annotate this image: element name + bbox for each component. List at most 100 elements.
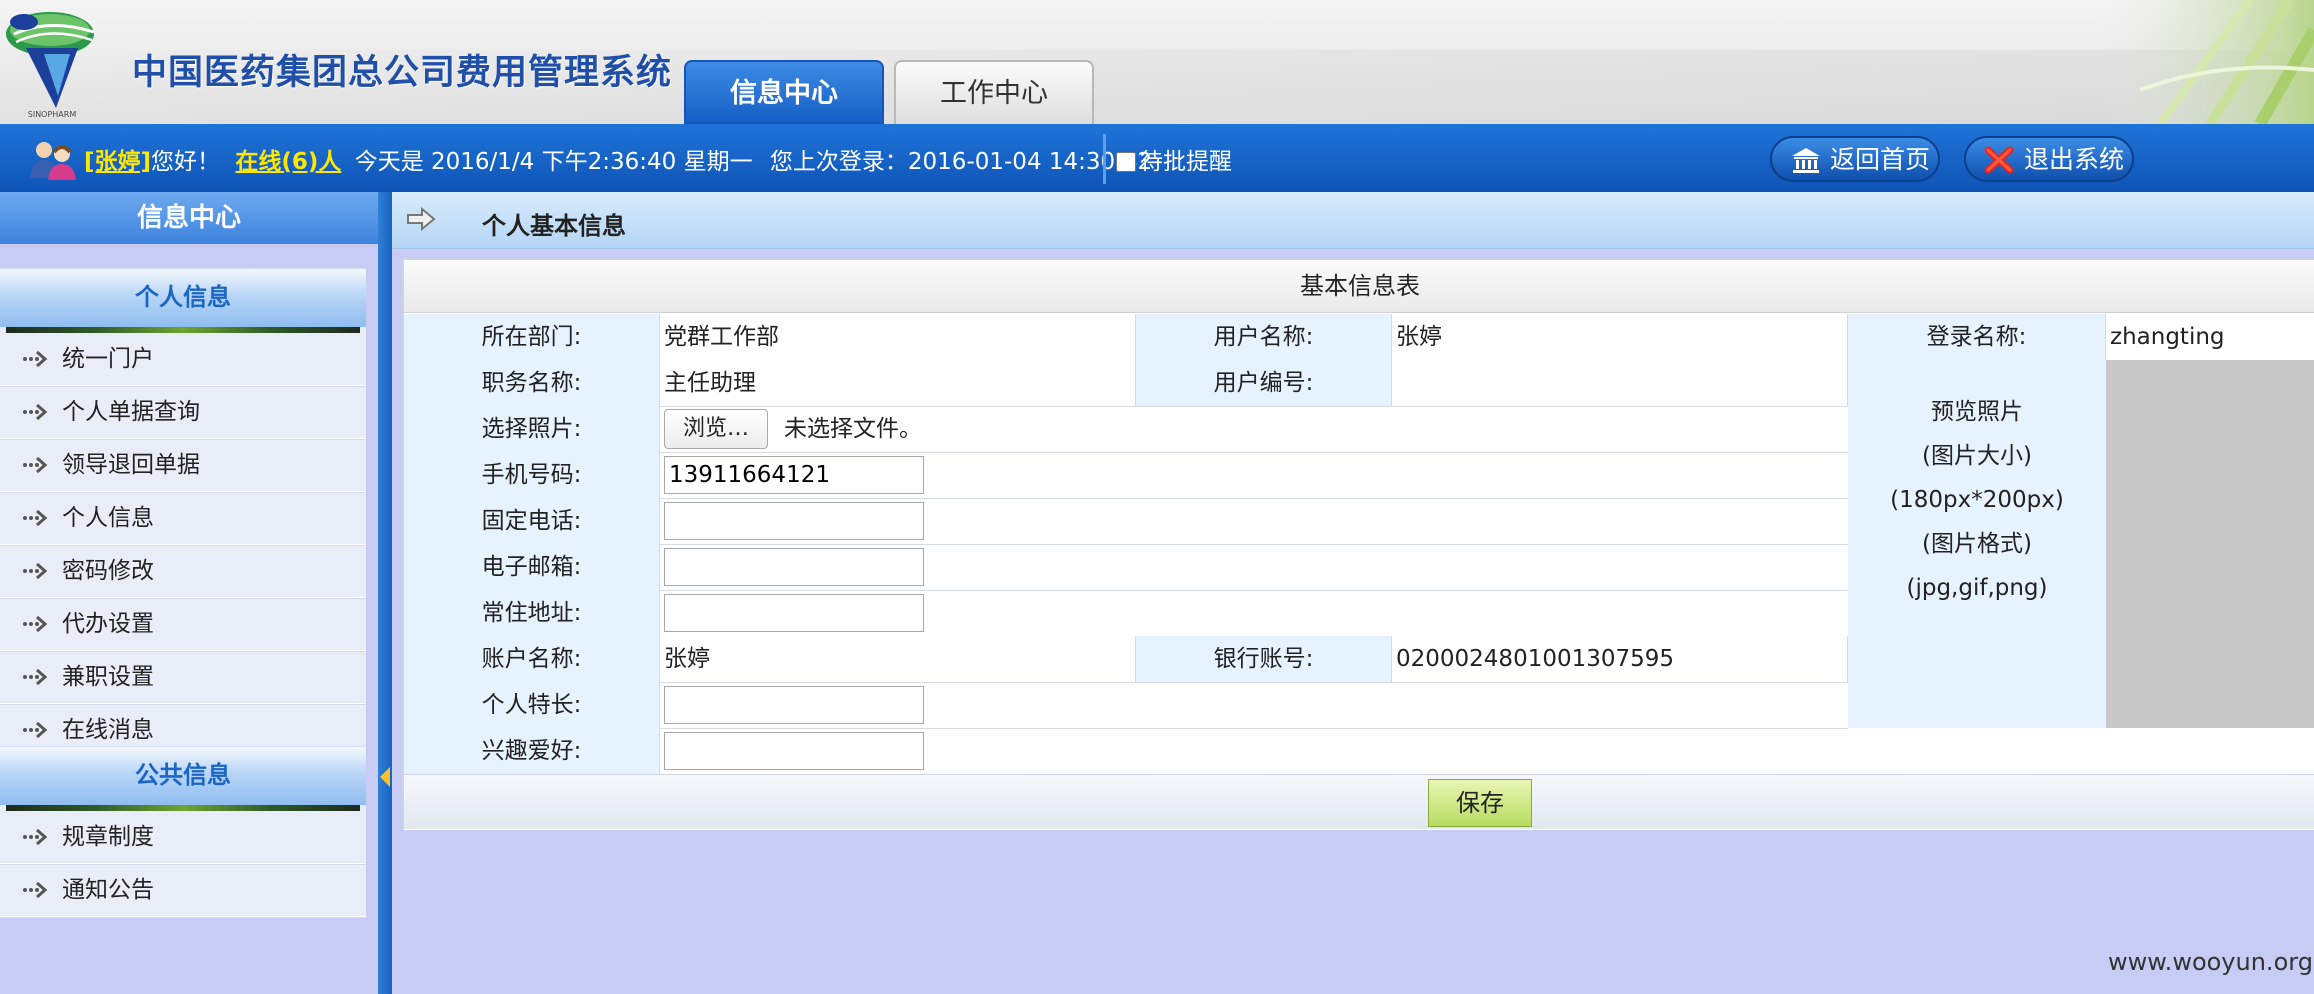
- main-content: 个人基本信息 基本信息表 所在部门: 党群工作部 用户名称: 张婷 登录名称: …: [392, 192, 2314, 994]
- form-row-position: 职务名称: 主任助理 用户编号:: [404, 360, 1848, 407]
- form-row-address: 常住地址:: [404, 590, 1848, 637]
- dept-label: 所在部门:: [404, 314, 660, 360]
- pending-remind-label: 待批提醒: [1140, 149, 1232, 175]
- account-label: 账户名称:: [404, 636, 660, 682]
- current-user-link[interactable]: [张婷]: [84, 149, 151, 175]
- dotted-arrow-icon: [23, 403, 48, 421]
- address-label: 常住地址:: [404, 590, 660, 636]
- dotted-arrow-icon: [23, 456, 48, 474]
- dotted-arrow-icon: [23, 615, 48, 633]
- mobile-input[interactable]: [664, 456, 924, 494]
- form-row-skill: 个人特长:: [404, 682, 1848, 729]
- bank-label: 银行账号:: [1136, 636, 1392, 682]
- preview-line: (180px*200px): [1890, 487, 2064, 513]
- hobby-input[interactable]: [664, 732, 924, 770]
- preview-line: (图片格式): [1922, 531, 2032, 557]
- hobby-label: 兴趣爱好:: [404, 728, 660, 774]
- form-row-photo: 选择照片: 浏览… 未选择文件。: [404, 406, 1848, 453]
- userno-value: [1392, 360, 1848, 406]
- dotted-arrow-icon: [23, 562, 48, 580]
- sidebar-item-password[interactable]: 密码修改: [0, 545, 366, 598]
- position-value: 主任助理: [660, 360, 1136, 406]
- preview-line: 预览照片: [1931, 399, 2023, 425]
- menu-group-header-public[interactable]: 公共信息: [0, 746, 366, 811]
- username-value: 张婷: [1392, 314, 1848, 360]
- tab-work-center[interactable]: 工作中心: [894, 60, 1094, 124]
- exit-system-button[interactable]: 退出系统: [1964, 136, 2134, 182]
- form-row-hobby: 兴趣爱好:: [404, 728, 2314, 775]
- form-row-dept: 所在部门: 党群工作部 用户名称: 张婷 登录名称: zhangting: [404, 314, 2314, 361]
- sidebar-item-label: 领导退回单据: [62, 452, 200, 478]
- collapse-arrow-icon[interactable]: [380, 767, 390, 787]
- header: SINOPHARM 中国医药集团总公司费用管理系统 信息中心 工作中心: [0, 0, 2314, 124]
- sidebar-item-portal[interactable]: 统一门户: [0, 333, 366, 386]
- user-info-line: [张婷]您好！ 在线(6)人 今天是 2016/1/4 下午2:36:40 星期…: [84, 142, 1152, 176]
- sidebar-item-notices[interactable]: 通知公告: [0, 864, 366, 917]
- preview-line: (jpg,gif,png): [1906, 575, 2048, 601]
- today-text: 今天是 2016/1/4 下午2:36:40 星期一: [354, 149, 753, 175]
- email-label: 电子邮箱:: [404, 544, 660, 590]
- sidebar-splitter[interactable]: [378, 192, 392, 994]
- sidebar-item-proxy[interactable]: 代办设置: [0, 598, 366, 651]
- sidebar-item-label: 个人单据查询: [62, 399, 200, 425]
- login-label: 登录名称:: [1848, 314, 2106, 360]
- menu-group-personal: 个人信息 统一门户 个人单据查询 领导退回单据 个人信息 密码修改 代办设置 兼…: [0, 268, 366, 757]
- sidebar-item-label: 通知公告: [62, 877, 154, 903]
- form-row-account: 账户名称: 张婷 银行账号: 0200024801001307595: [404, 636, 1848, 683]
- skill-label: 个人特长:: [404, 682, 660, 728]
- userbar-separator: [1103, 134, 1106, 184]
- pending-remind-checkbox[interactable]: [1116, 152, 1136, 172]
- back-home-button[interactable]: 返回首页: [1770, 136, 1940, 182]
- login-value: zhangting: [2106, 314, 2314, 360]
- exit-system-label: 退出系统: [2024, 145, 2125, 174]
- position-label: 职务名称:: [404, 360, 660, 406]
- form-row-email: 电子邮箱:: [404, 544, 1848, 591]
- page-title: 个人基本信息: [482, 212, 626, 240]
- address-input[interactable]: [664, 594, 924, 632]
- form-footer: 保存: [404, 774, 2314, 829]
- dotted-arrow-icon: [23, 509, 48, 527]
- browse-file-button[interactable]: 浏览…: [664, 409, 768, 449]
- menu-group-header-personal[interactable]: 个人信息: [0, 268, 366, 333]
- close-x-icon: [1984, 146, 2014, 174]
- online-users-link[interactable]: 在线(6)人: [235, 149, 341, 175]
- sidebar-item-personal-info[interactable]: 个人信息: [0, 492, 366, 545]
- dotted-arrow-icon: [23, 881, 48, 899]
- email-input[interactable]: [664, 548, 924, 586]
- sidebar-item-returned-bills[interactable]: 领导退回单据: [0, 439, 366, 492]
- sidebar-item-label: 统一门户: [62, 346, 154, 372]
- form-row-phone: 固定电话:: [404, 498, 1848, 545]
- pending-remind-toggle[interactable]: 待批提醒: [1116, 142, 1232, 176]
- sidebar: 信息中心 个人信息 统一门户 个人单据查询 领导退回单据 个人信息 密码修改 代…: [0, 192, 378, 994]
- svg-text:SINOPHARM: SINOPHARM: [28, 110, 77, 119]
- last-login-text: 您上次登录：2016-01-04 14:30:42: [769, 149, 1153, 175]
- users-icon: [30, 142, 76, 180]
- tab-info-center[interactable]: 信息中心: [684, 60, 884, 124]
- breadcrumb: 个人基本信息: [392, 192, 2314, 249]
- arrow-right-icon: [407, 206, 436, 232]
- watermark: www.wooyun.org: [2108, 948, 2313, 976]
- header-decoration: [2100, 0, 2314, 124]
- sidebar-item-personal-bills[interactable]: 个人单据查询: [0, 386, 366, 439]
- photo-preview-area: [2106, 360, 2314, 728]
- dept-value: 党群工作部: [660, 314, 1136, 360]
- menu-items-personal: 统一门户 个人单据查询 领导退回单据 个人信息 密码修改 代办设置 兼职设置 在…: [0, 327, 366, 757]
- no-file-text: 未选择文件。: [784, 416, 922, 442]
- sidebar-title: 信息中心: [0, 192, 378, 244]
- system-title: 中国医药集团总公司费用管理系统: [132, 53, 673, 93]
- sidebar-item-label: 兼职设置: [62, 664, 154, 690]
- sidebar-item-rules[interactable]: 规章制度: [0, 811, 366, 864]
- save-button[interactable]: 保存: [1428, 779, 1532, 827]
- sidebar-item-part-time[interactable]: 兼职设置: [0, 651, 366, 704]
- userno-label: 用户编号:: [1136, 360, 1392, 406]
- menu-items-public: 规章制度 通知公告: [0, 805, 366, 917]
- sidebar-item-label: 规章制度: [62, 824, 154, 850]
- bank-home-icon: [1792, 148, 1820, 173]
- phone-input[interactable]: [664, 502, 924, 540]
- skill-input[interactable]: [664, 686, 924, 724]
- photo-label: 选择照片:: [404, 406, 660, 452]
- user-status-bar: [张婷]您好！ 在线(6)人 今天是 2016/1/4 下午2:36:40 星期…: [0, 124, 2314, 192]
- photo-preview-info: 预览照片 (图片大小) (180px*200px) (图片格式) (jpg,gi…: [1848, 360, 2107, 728]
- dotted-arrow-icon: [23, 668, 48, 686]
- phone-label: 固定电话:: [404, 498, 660, 544]
